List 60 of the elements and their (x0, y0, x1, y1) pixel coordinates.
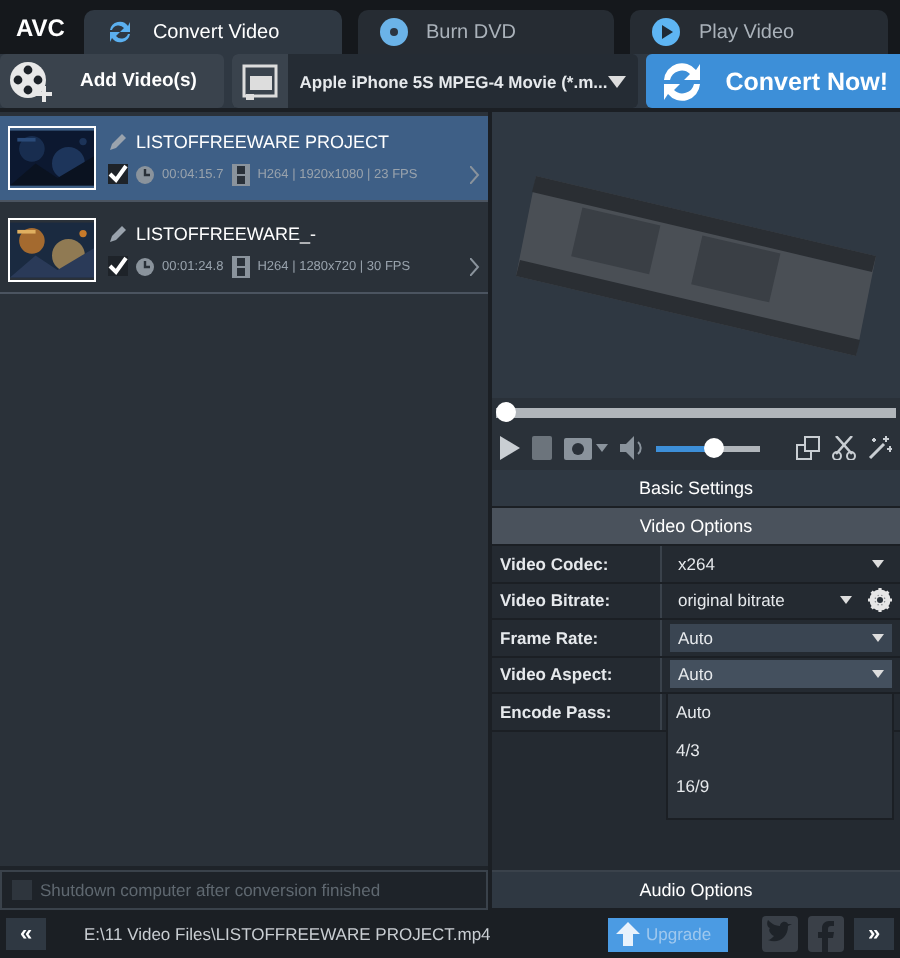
setting-label: Encode Pass: (492, 694, 662, 729)
next-button[interactable]: » (854, 918, 894, 950)
dropdown-option[interactable]: 16/9 (668, 768, 892, 805)
film-icon (231, 255, 250, 277)
setting-dropdown[interactable]: original bitrate (670, 586, 860, 615)
checkmark-icon (108, 164, 128, 184)
tab[interactable]: Play Video (630, 10, 888, 54)
basic-settings-header[interactable]: Basic Settings (492, 470, 900, 508)
dropdown-option[interactable]: Auto (668, 694, 892, 731)
profile-dropdown[interactable]: Apple iPhone 5S MPEG-4 Movie (*.m... (231, 54, 638, 108)
checkbox[interactable] (108, 256, 128, 276)
caret-icon (872, 633, 884, 642)
tab[interactable]: Convert Video (84, 10, 342, 54)
volume-handle[interactable] (703, 438, 724, 458)
file-name: LISTOFFREEWARE PROJECT (136, 131, 390, 151)
camera-icon[interactable] (564, 436, 608, 460)
upload-arrow-icon (616, 922, 640, 946)
file-path: E:\11 Video Files\LISTOFFREEWARE PROJECT.mp4 (82, 924, 493, 944)
setting-label: Video Codec: (492, 546, 662, 581)
caret-icon (607, 75, 626, 87)
setting-dropdown[interactable]: Auto (670, 660, 892, 689)
setting-dropdown[interactable]: Auto (670, 623, 892, 652)
clock-icon (136, 165, 154, 183)
setting-label: Frame Rate: (492, 620, 662, 655)
app-logo: AVC (14, 14, 67, 46)
pencil-icon (108, 223, 128, 243)
device-icon (241, 63, 278, 99)
chevron-icon (470, 165, 480, 183)
seek-bar[interactable] (496, 402, 896, 422)
magic-wand-icon[interactable] (868, 436, 892, 460)
checkbox[interactable] (108, 164, 128, 184)
caret-icon (872, 670, 884, 679)
dropdown-option[interactable]: 4/3 (668, 731, 892, 768)
shutdown-label: Shutdown computer after conversion finished (40, 880, 381, 900)
setting-label: Video Bitrate: (492, 583, 662, 618)
add-video-button[interactable]: Add Video(s) (0, 54, 224, 108)
file-name: LISTOFFREEWARE_- (136, 223, 317, 243)
checkmark-icon (108, 256, 128, 276)
video-options-header[interactable]: Video Options (492, 508, 900, 546)
seek-handle[interactable] (496, 402, 516, 422)
film-reel-add-icon (8, 59, 52, 103)
setting-label: Video Aspect: (492, 657, 662, 692)
audio-options-header[interactable]: Audio Options (492, 870, 900, 910)
play-icon (650, 16, 683, 48)
clock-icon (136, 257, 154, 275)
chevron-icon (470, 257, 480, 275)
caret-icon (872, 559, 884, 568)
caret-icon (840, 596, 852, 605)
pencil-icon (108, 131, 128, 151)
gear-icon[interactable] (868, 588, 892, 613)
disc-icon (377, 16, 410, 48)
film-icon (231, 163, 250, 185)
scissors-icon[interactable] (832, 436, 856, 460)
tab[interactable]: Burn DVD (357, 10, 615, 54)
setting-dropdown[interactable]: x264 (670, 549, 892, 578)
volume-slider[interactable] (656, 438, 760, 458)
speaker-icon[interactable] (620, 436, 644, 460)
previous-button[interactable]: « (6, 918, 46, 950)
copy-icon[interactable] (796, 436, 820, 460)
play-icon[interactable] (500, 436, 520, 460)
